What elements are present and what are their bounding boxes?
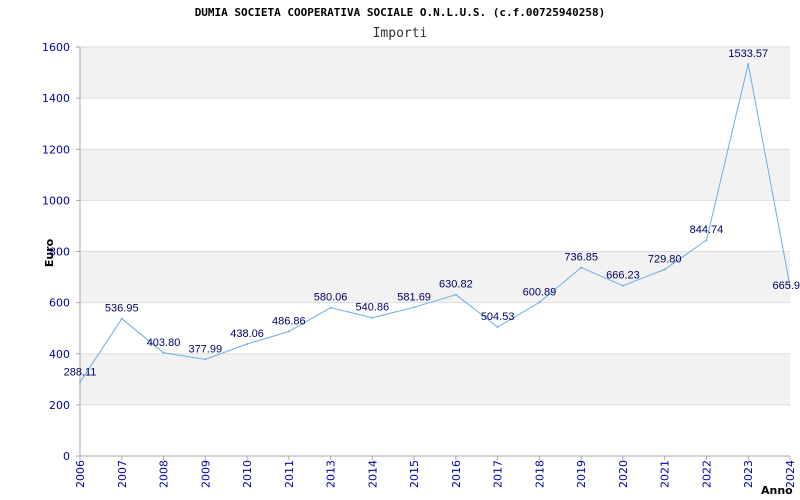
x-tick-label: 2017 [492, 460, 505, 488]
y-tick-label: 1400 [42, 92, 70, 105]
y-tick-label: 1000 [42, 194, 70, 207]
x-tick-label: 2023 [742, 460, 755, 488]
data-label: 288.11 [64, 366, 97, 378]
data-label: 377.99 [188, 343, 222, 355]
y-tick-label: 200 [49, 399, 70, 412]
data-point [246, 343, 249, 346]
x-tick-label: 2008 [158, 460, 171, 488]
x-tick-label: 2015 [408, 460, 421, 488]
data-label: 600.89 [523, 286, 557, 298]
series-group [79, 62, 791, 384]
data-point [538, 301, 541, 304]
series-line [79, 63, 791, 383]
data-label: 1533.57 [728, 48, 768, 60]
data-label: 736.85 [564, 252, 598, 264]
data-label: 504.53 [481, 311, 515, 323]
y-axis-label: Euro [43, 238, 56, 267]
y-tick-label: 1600 [42, 41, 70, 54]
data-label: 630.82 [439, 279, 473, 291]
x-tick-label: 2021 [659, 460, 672, 488]
x-tick-label: 2011 [283, 460, 296, 488]
background-band [80, 47, 790, 99]
data-point [79, 381, 81, 384]
data-point [162, 351, 165, 354]
data-label: 438.06 [230, 328, 264, 340]
data-point [747, 62, 750, 65]
x-tick-label: 2006 [74, 460, 87, 488]
data-label: 581.69 [397, 291, 431, 303]
data-point [705, 239, 708, 242]
data-label: 540.86 [356, 302, 390, 314]
y-tick-label: 1200 [42, 143, 70, 156]
x-tick-label: 2019 [575, 460, 588, 488]
data-label: 665.9 [772, 280, 800, 292]
data-point [663, 268, 666, 271]
y-tick-label: 400 [49, 348, 70, 361]
background-band [80, 149, 790, 201]
data-point [621, 284, 624, 287]
data-label: 536.95 [105, 303, 139, 315]
x-tick-label: 2013 [325, 460, 338, 488]
chart-title: DUMIA SOCIETA COOPERATIVA SOCIALE O.N.L.… [195, 6, 606, 19]
background-band [80, 353, 790, 405]
data-point [454, 293, 457, 296]
x-tick-label: 2010 [241, 460, 254, 488]
x-tick-label: 2009 [199, 460, 212, 488]
data-label: 666.23 [606, 270, 640, 282]
data-point [329, 306, 332, 309]
x-tick-label: 2014 [366, 460, 379, 488]
gridlines [80, 46, 790, 406]
x-tick-label: 2007 [116, 460, 129, 488]
background-bands [80, 47, 790, 405]
x-tick-label: 2016 [450, 460, 463, 488]
y-tick-label: 0 [63, 450, 70, 463]
data-label: 403.80 [147, 337, 181, 349]
data-point [580, 266, 583, 269]
background-band [80, 251, 790, 303]
x-tick-label: 2022 [700, 460, 713, 488]
data-point [371, 316, 374, 319]
data-point [496, 326, 499, 329]
data-point [120, 317, 123, 320]
data-point [204, 358, 207, 361]
data-label: 580.06 [314, 292, 348, 304]
line-chart: DUMIA SOCIETA COOPERATIVA SOCIALE O.N.L.… [42, 6, 800, 497]
x-axis-ticks: 2006 2007 2008 2009 2010 2011 2013 2014 2015 2016… [74, 456, 797, 488]
x-axis-label: Anno [761, 484, 793, 497]
data-point [287, 330, 290, 333]
chart-subtitle: Importi [373, 26, 428, 41]
data-label: 844.74 [690, 224, 724, 236]
data-label: 729.80 [648, 253, 682, 265]
data-label: 486.86 [272, 316, 306, 328]
y-tick-label: 600 [49, 297, 70, 310]
x-tick-label: 2020 [617, 460, 630, 488]
x-tick-label: 2018 [533, 460, 546, 488]
data-point [413, 306, 416, 309]
